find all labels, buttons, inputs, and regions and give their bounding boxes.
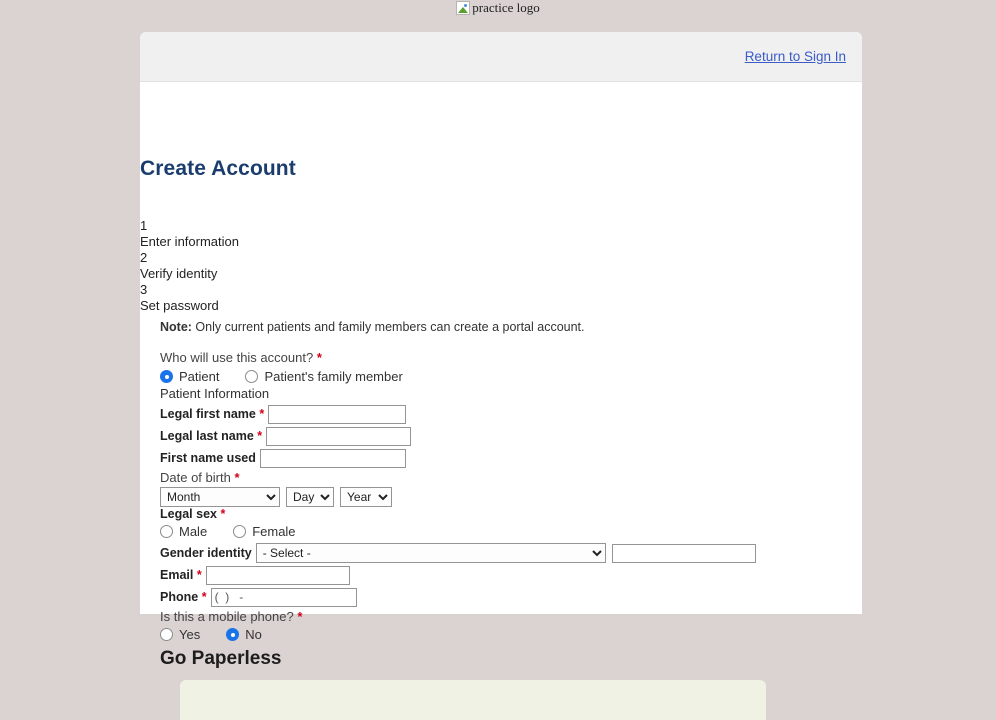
dob-year-select[interactable]: Year [340, 487, 392, 507]
step-1-label: Enter information [140, 234, 239, 249]
gender-identity-select[interactable]: - Select - [255, 543, 606, 563]
legal-first-name-required-mark: * [259, 407, 265, 421]
gender-identity-row: Gender identity - Select - [160, 543, 860, 563]
radio-patient-label[interactable]: Patient [179, 369, 219, 384]
legal-first-name-row: Legal first name * [160, 404, 860, 424]
progress-steps: 1 Enter information 2 Verify identity 3 … [140, 218, 239, 314]
account-user-radio-group: Patient Patient's family member [160, 369, 860, 384]
legal-sex-required-mark: * [220, 507, 226, 521]
practice-logo-bar: practice logo [0, 0, 996, 16]
practice-logo-alt-text: practice logo [472, 0, 540, 15]
return-to-sign-in-link[interactable]: Return to Sign In [745, 49, 846, 64]
first-name-used-row: First name used [160, 448, 860, 468]
radio-mobile-no-label[interactable]: No [245, 627, 262, 642]
gender-identity-other-input[interactable] [611, 543, 756, 563]
broken-image-icon [456, 1, 471, 15]
page-title: Create Account [140, 157, 296, 180]
patient-information-heading: Patient Information [160, 386, 270, 401]
date-of-birth-label-text: Date of birth [160, 470, 231, 485]
step-2-number: 2 [140, 250, 148, 265]
radio-mobile-yes-label[interactable]: Yes [179, 627, 200, 642]
legal-last-name-label-text: Legal last name [160, 429, 254, 443]
legal-sex-label: Legal sex * [160, 507, 856, 521]
email-input[interactable] [205, 565, 350, 585]
legal-first-name-input[interactable] [268, 404, 407, 424]
radio-mobile-no[interactable] [226, 628, 240, 641]
create-account-card: Return to Sign In Create Account 1 Enter… [140, 32, 862, 720]
legal-first-name-label-text: Legal first name [160, 407, 256, 421]
legal-last-name-label: Legal last name * [160, 429, 262, 443]
radio-male[interactable] [160, 525, 173, 538]
step-3-number: 3 [140, 282, 148, 297]
go-paperless-panel [180, 680, 766, 720]
date-of-birth-label: Date of birth * [160, 470, 860, 485]
radio-family-member[interactable] [245, 370, 259, 383]
radio-patient[interactable] [160, 370, 173, 383]
mobile-phone-question: Is this a mobile phone? * [160, 609, 860, 624]
radio-female[interactable] [233, 525, 247, 538]
mobile-phone-radio-group: Yes No [160, 627, 860, 642]
date-of-birth-required-mark: * [234, 470, 240, 485]
radio-family-member-label[interactable]: Patient's family member [264, 369, 402, 384]
practice-logo-broken-image: practice logo [456, 1, 540, 15]
legal-sex-label-text: Legal sex [160, 507, 217, 521]
card-body: Create Account 1 Enter information 2 Ver… [140, 82, 862, 720]
phone-label: Phone * [160, 590, 207, 604]
note-prefix: Note: [160, 320, 192, 334]
account-user-question-text: Who will use this account? [160, 350, 314, 365]
first-name-used-label: First name used [160, 451, 256, 465]
phone-required-mark: * [201, 590, 207, 604]
go-paperless-heading: Go Paperless [160, 648, 282, 669]
phone-label-text: Phone [160, 590, 199, 604]
email-row: Email * [160, 565, 860, 585]
portal-account-note: Note: Only current patients and family m… [160, 320, 860, 334]
card-header: Return to Sign In [140, 32, 862, 82]
date-of-birth-selects: Month Day Year [160, 487, 860, 507]
account-user-required-mark: * [316, 350, 322, 365]
mobile-phone-question-text: Is this a mobile phone? [160, 609, 294, 624]
phone-row: Phone * [160, 587, 860, 607]
phone-input[interactable] [210, 587, 357, 607]
radio-female-label[interactable]: Female [252, 524, 295, 539]
mobile-phone-required-mark: * [297, 609, 303, 624]
dob-day-select[interactable]: Day [286, 487, 334, 507]
note-text: Only current patients and family members… [191, 320, 585, 334]
radio-male-label[interactable]: Male [179, 524, 207, 539]
first-name-used-input[interactable] [259, 448, 406, 468]
legal-last-name-input[interactable] [266, 426, 412, 446]
gender-identity-label: Gender identity [160, 546, 252, 560]
legal-first-name-label: Legal first name * [160, 407, 264, 421]
step-3-label: Set password [140, 298, 219, 313]
email-label: Email * [160, 568, 202, 582]
account-user-question: Who will use this account? * [160, 350, 860, 365]
email-required-mark: * [196, 568, 202, 582]
step-1-number: 1 [140, 218, 148, 233]
legal-sex-radio-group: Male Female [160, 524, 860, 539]
legal-last-name-row: Legal last name * [160, 426, 860, 446]
legal-last-name-required-mark: * [257, 429, 263, 443]
step-2-label: Verify identity [140, 266, 218, 281]
radio-mobile-yes[interactable] [160, 628, 173, 641]
create-account-form: Note: Only current patients and family m… [160, 320, 860, 720]
dob-month-select[interactable]: Month [160, 487, 280, 507]
email-label-text: Email [160, 568, 194, 582]
